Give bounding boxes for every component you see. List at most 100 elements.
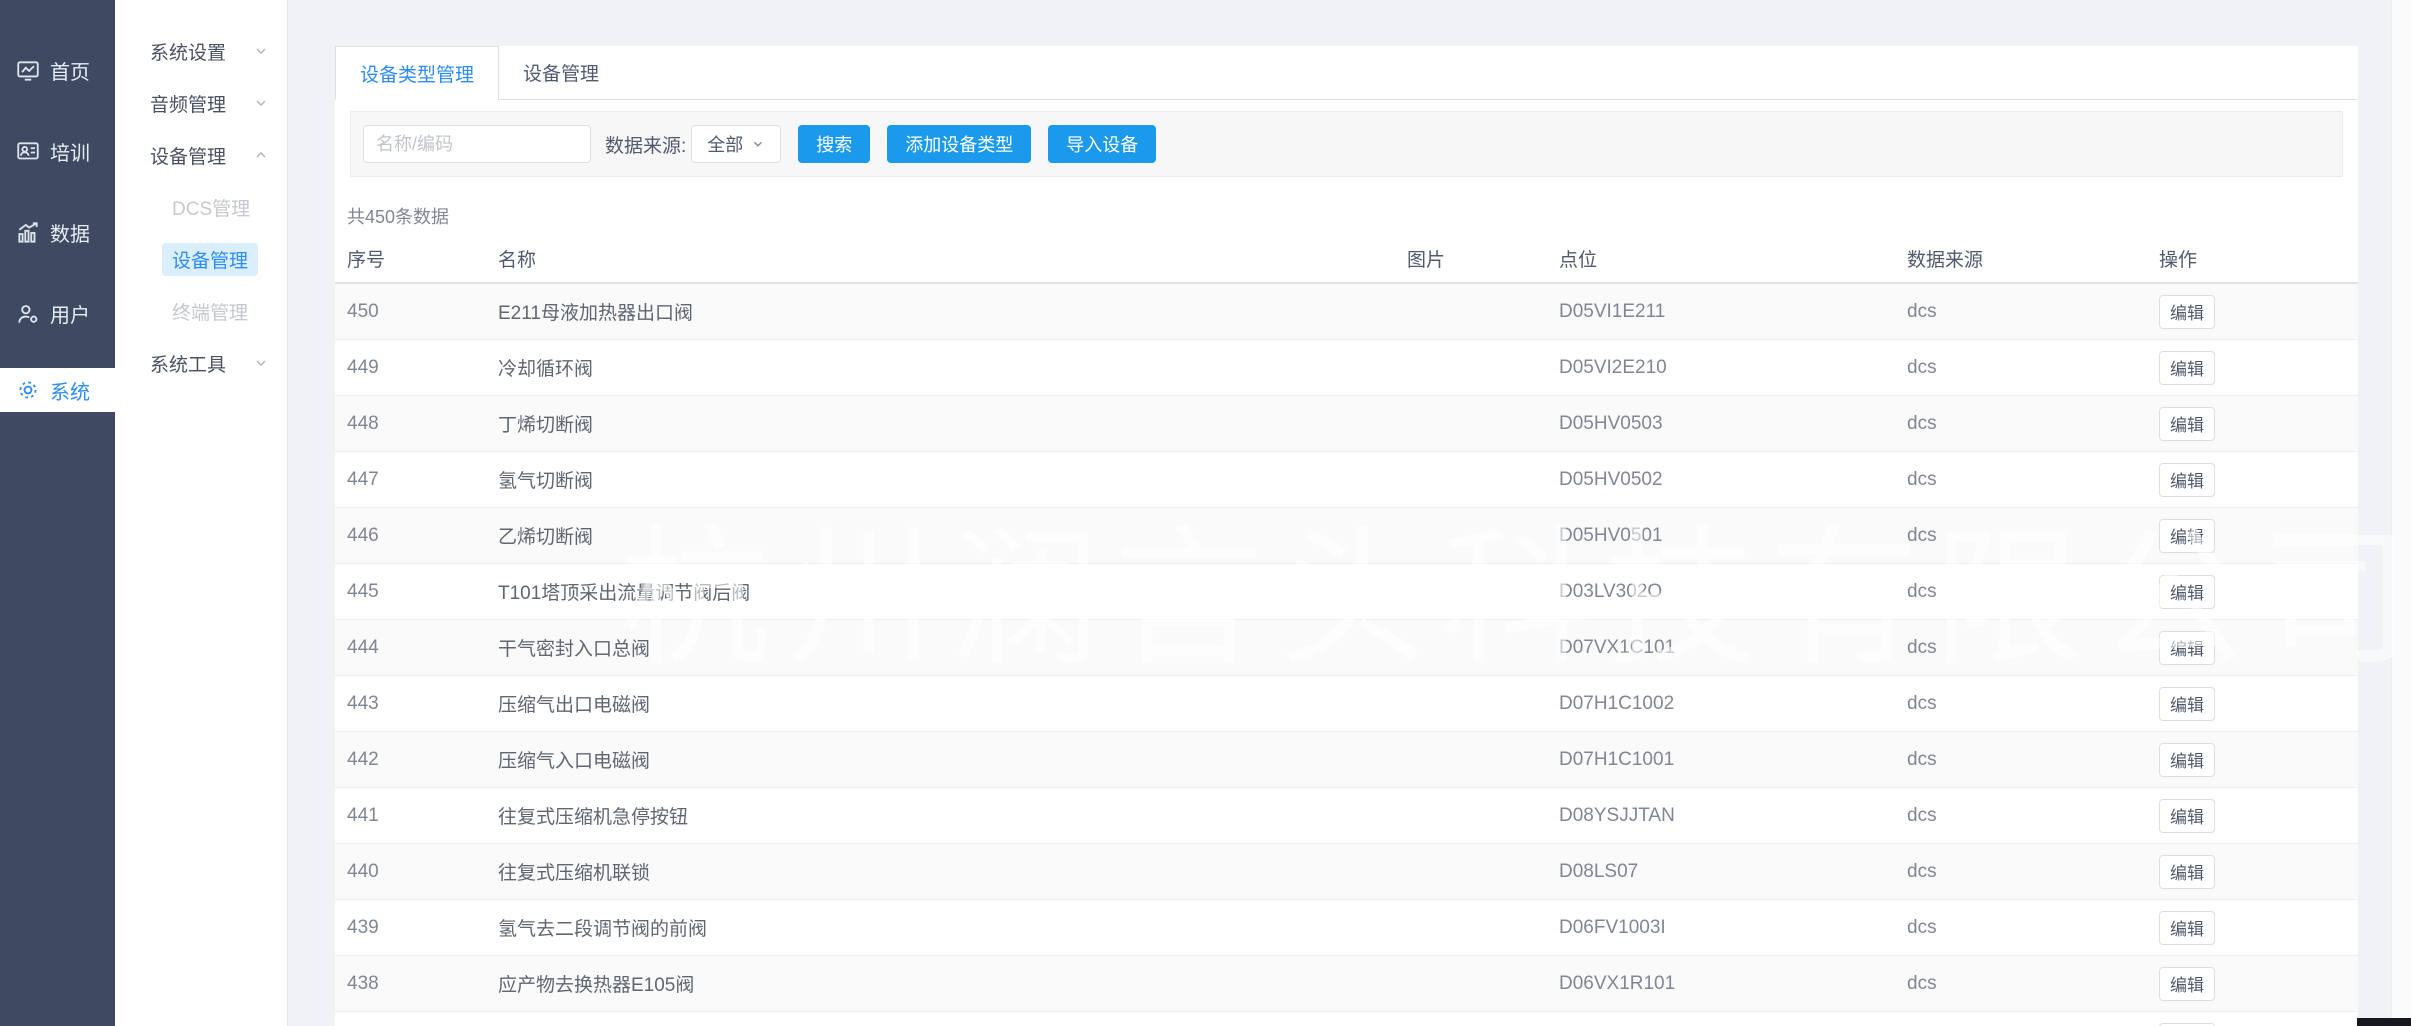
- table-row: 447 氢气切断阀 D05HV0502 dcs 编辑: [335, 452, 2358, 508]
- cell-no: 439: [347, 917, 498, 939]
- cell-source: dcs: [1907, 525, 2159, 547]
- edit-button[interactable]: 编辑: [2159, 351, 2215, 385]
- edit-button[interactable]: 编辑: [2159, 463, 2215, 497]
- edit-button[interactable]: 编辑: [2159, 687, 2215, 721]
- table-row: 446 乙烯切断阀 D05HV0501 dcs 编辑: [335, 508, 2358, 564]
- chevron-down-icon: [253, 43, 269, 59]
- edit-button[interactable]: 编辑: [2159, 1023, 2215, 1026]
- cell-point: D07H1C1002: [1559, 693, 1907, 715]
- cell-point: D07H1C1001: [1559, 749, 1907, 771]
- col-header-source: 数据来源: [1907, 245, 2159, 272]
- cell-source: dcs: [1907, 973, 2159, 995]
- table-header: 序号 名称 图片 点位 数据来源 操作: [335, 235, 2358, 284]
- vertical-scrollbar-track[interactable]: [2391, 0, 2411, 1026]
- search-input[interactable]: [363, 125, 591, 163]
- edit-button[interactable]: 编辑: [2159, 519, 2215, 553]
- edit-button[interactable]: 编辑: [2159, 407, 2215, 441]
- edit-button[interactable]: 编辑: [2159, 743, 2215, 777]
- edit-button[interactable]: 编辑: [2159, 855, 2215, 889]
- cell-source: dcs: [1907, 749, 2159, 771]
- cell-point: D07VX1C101: [1559, 637, 1907, 659]
- table-row: 441 往复式压缩机急停按钮 D08YSJJTAN dcs 编辑: [335, 788, 2358, 844]
- import-device-button[interactable]: 导入设备: [1048, 125, 1156, 163]
- cell-point: D05VI1E211: [1559, 301, 1907, 323]
- cell-point: D06FV1003I: [1559, 917, 1907, 939]
- sidebar-item-training[interactable]: 培训: [0, 111, 115, 192]
- cell-point: D05VI2E210: [1559, 357, 1907, 379]
- search-button[interactable]: 搜索: [798, 125, 870, 163]
- cell-source: dcs: [1907, 637, 2159, 659]
- cell-source: dcs: [1907, 357, 2159, 379]
- edit-button[interactable]: 编辑: [2159, 295, 2215, 329]
- col-header-actions: 操作: [2159, 245, 2346, 272]
- data-source-label: 数据来源:: [605, 131, 686, 158]
- edit-button[interactable]: 编辑: [2159, 631, 2215, 665]
- cell-name: 丁烯切断阀: [498, 410, 1407, 437]
- menu-item-dcs-management[interactable]: DCS管理: [115, 181, 287, 233]
- tab-device-type-management[interactable]: 设备类型管理: [335, 46, 499, 100]
- table-body: 450 E211母液加热器出口阀 D05VI1E211 dcs 编辑 449 冷…: [335, 284, 2358, 1026]
- cell-name: 应产物去换热器E105阀: [498, 970, 1407, 997]
- tab-bar: 设备类型管理 设备管理: [335, 46, 2358, 100]
- table-row: 442 压缩气入口电磁阀 D07H1C1001 dcs 编辑: [335, 732, 2358, 788]
- secondary-menu: 系统设置 音频管理 设备管理 DCS管理 设备管理 终端管理 系统工具: [115, 0, 288, 1026]
- edit-button[interactable]: 编辑: [2159, 575, 2215, 609]
- menu-item-device-management[interactable]: 设备管理: [115, 129, 287, 181]
- data-chart-icon: [14, 219, 42, 247]
- data-source-select[interactable]: 全部: [691, 125, 781, 163]
- chevron-up-icon: [253, 147, 269, 163]
- col-header-image: 图片: [1407, 245, 1559, 272]
- tab-device-management[interactable]: 设备管理: [499, 46, 623, 99]
- cell-name: 乙烯切断阀: [498, 522, 1407, 549]
- cell-point: D08YSJJTAN: [1559, 805, 1907, 827]
- table-row: 448 丁烯切断阀 D05HV0503 dcs 编辑: [335, 396, 2358, 452]
- horizontal-scrollbar-thumb[interactable]: [2357, 1018, 2411, 1026]
- sidebar-item-data[interactable]: 数据: [0, 192, 115, 273]
- cell-name: 干气密封入口总阀: [498, 634, 1407, 661]
- chevron-down-icon: [751, 137, 765, 151]
- cell-name: 冷却循环阀: [498, 354, 1407, 381]
- add-device-type-button[interactable]: 添加设备类型: [887, 125, 1031, 163]
- edit-button[interactable]: 编辑: [2159, 799, 2215, 833]
- cell-point: D05HV0502: [1559, 469, 1907, 491]
- sidebar-item-label: 首页: [50, 56, 90, 85]
- cell-no: 441: [347, 805, 498, 827]
- col-header-no: 序号: [347, 245, 498, 272]
- menu-item-system-tools[interactable]: 系统工具: [115, 337, 287, 389]
- sidebar-item-system[interactable]: 系统: [0, 368, 115, 412]
- chevron-down-icon: [253, 95, 269, 111]
- menu-item-device-management-sub[interactable]: 设备管理: [115, 233, 287, 285]
- record-count: 共450条数据: [347, 203, 2358, 229]
- sidebar-item-label: 用户: [50, 299, 90, 328]
- sidebar-item-label: 培训: [50, 137, 90, 166]
- cell-no: 444: [347, 637, 498, 659]
- cell-source: dcs: [1907, 805, 2159, 827]
- cell-source: dcs: [1907, 917, 2159, 939]
- cell-point: D05HV0501: [1559, 525, 1907, 547]
- table-row: 450 E211母液加热器出口阀 D05VI1E211 dcs 编辑: [335, 284, 2358, 340]
- cell-no: 448: [347, 413, 498, 435]
- menu-item-system-settings[interactable]: 系统设置: [115, 25, 287, 77]
- table-row: 438 应产物去换热器E105阀 D06VX1R101 dcs 编辑: [335, 956, 2358, 1012]
- edit-button[interactable]: 编辑: [2159, 967, 2215, 1001]
- cell-source: dcs: [1907, 301, 2159, 323]
- cell-name: 氢气去二段调节阀的前阀: [498, 914, 1407, 941]
- cell-no: 450: [347, 301, 498, 323]
- user-icon: [14, 300, 42, 328]
- table-row: 449 冷却循环阀 D05VI2E210 dcs 编辑: [335, 340, 2358, 396]
- sidebar-item-users[interactable]: 用户: [0, 273, 115, 354]
- cell-source: dcs: [1907, 413, 2159, 435]
- menu-item-audio-management[interactable]: 音频管理: [115, 77, 287, 129]
- menu-item-terminal-management[interactable]: 终端管理: [115, 285, 287, 337]
- filter-toolbar: 数据来源: 全部 搜索 添加设备类型 导入设备: [350, 111, 2343, 177]
- sidebar-item-label: 数据: [50, 218, 90, 247]
- sidebar-item-label: 系统: [50, 376, 90, 405]
- edit-button[interactable]: 编辑: [2159, 911, 2215, 945]
- col-header-point: 点位: [1559, 245, 1907, 272]
- cell-name: 压缩气出口电磁阀: [498, 690, 1407, 717]
- sidebar-item-home[interactable]: 首页: [0, 30, 115, 111]
- cell-no: 445: [347, 581, 498, 603]
- cell-no: 443: [347, 693, 498, 715]
- cell-point: D06VX1R101: [1559, 973, 1907, 995]
- cell-no: 438: [347, 973, 498, 995]
